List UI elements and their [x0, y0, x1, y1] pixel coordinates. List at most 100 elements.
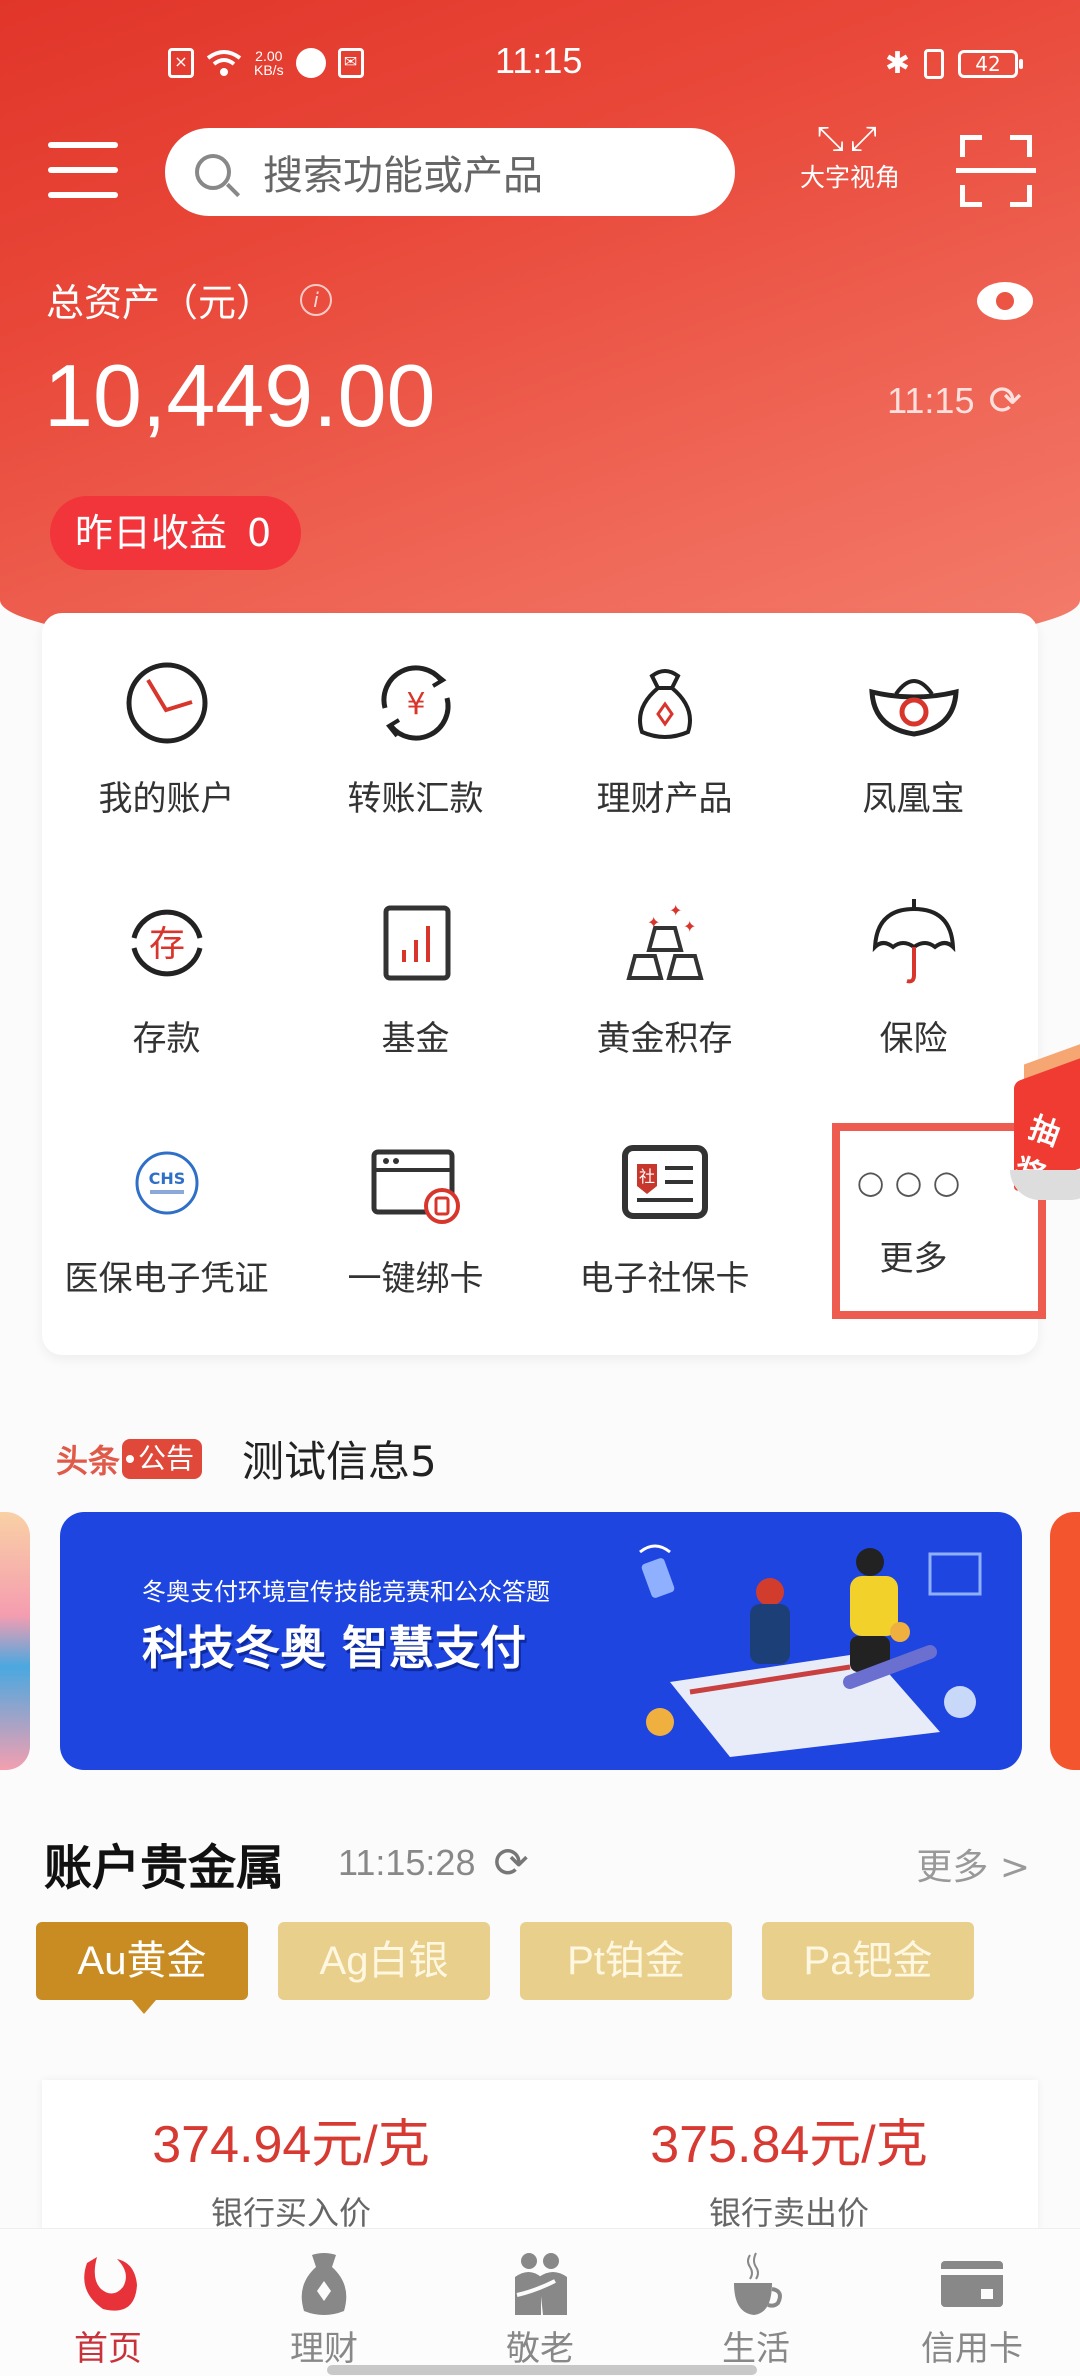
shortcut-wealth-products[interactable]: 理财产品 — [540, 653, 789, 893]
account-icon — [117, 653, 217, 753]
tab-elderly-care[interactable]: 敬老 — [432, 2229, 648, 2376]
big-font-label: 大字视角 — [799, 163, 900, 192]
banner-subtitle: 冬奥支付环境宣传技能竞赛和公众答题 — [142, 1578, 550, 1606]
shortcut-gold-accumulation[interactable]: ✦ ✦ ✦ 黄金积存 — [540, 893, 789, 1133]
money-bag-icon — [289, 2251, 359, 2317]
svg-text:存: 存 — [148, 924, 184, 965]
shortcut-label: 存款 — [132, 1019, 201, 1059]
shortcut-fenghuangbao[interactable]: 凤凰宝 — [789, 653, 1038, 893]
coffee-cup-icon — [721, 2251, 791, 2317]
tab-credit-card[interactable]: 信用卡 — [864, 2229, 1080, 2376]
big-font-mode-button[interactable]: ⤡⤢ 大字视角 — [790, 122, 910, 194]
shortcut-card: 我的账户 ¥ 转账汇款 理财产品 凤凰宝 存 存款 基金 ✦ ✦ ✦ 黄金积存 … — [42, 613, 1046, 1355]
svg-text:¥: ¥ — [406, 687, 425, 722]
yesterday-earnings-value: 0 — [247, 511, 272, 555]
carousel-next-card[interactable] — [1050, 1512, 1080, 1770]
shortcut-label: 医保电子凭证 — [64, 1259, 269, 1299]
transfer-icon: ¥ — [366, 653, 466, 753]
banner-title: 科技冬奥 智慧支付 — [142, 1621, 527, 1675]
promo-base — [1010, 1170, 1080, 1200]
shortcut-social-security-card[interactable]: 社 电子社保卡 — [540, 1133, 789, 1373]
tab-label: 生活 — [722, 2329, 790, 2369]
gold-bars-icon: ✦ ✦ ✦ — [615, 893, 715, 993]
social-security-card-icon: 社 — [615, 1133, 715, 1233]
search-input[interactable]: 搜索功能或产品 — [165, 128, 735, 216]
menu-button[interactable] — [48, 142, 118, 198]
lottery-promo-float[interactable]: 抽奖 — [1000, 1035, 1080, 1210]
assets-refresh[interactable]: 11:15 ⟳ — [887, 378, 1022, 424]
total-assets-label: 总资产（元） i — [46, 272, 333, 327]
credit-card-icon — [937, 2251, 1007, 2317]
total-assets-title: 总资产（元） — [46, 281, 275, 325]
yesterday-earnings-pill[interactable]: 昨日收益 0 — [50, 496, 302, 570]
expand-arrows-icon: ⤡⤢ — [816, 119, 884, 159]
shortcut-label: 理财产品 — [596, 779, 733, 819]
bank-buy-price: 374.94元/克 — [152, 2116, 430, 2174]
svg-text:社: 社 — [638, 1167, 654, 1186]
chs-logo-icon: CHS — [117, 1133, 217, 1233]
shortcut-label: 一键绑卡 — [347, 1259, 484, 1299]
clock: 11:15 — [495, 40, 583, 81]
shortcut-label: 电子社保卡 — [579, 1259, 750, 1299]
shortcut-label: 我的账户 — [98, 779, 235, 819]
network-speed: 2.00 KB/s — [254, 48, 284, 78]
tab-wealth[interactable]: 理财 — [216, 2229, 432, 2376]
tab-label: 敬老 — [506, 2329, 574, 2369]
bind-card-icon — [366, 1133, 466, 1233]
skiing-illustration — [639, 1544, 982, 1757]
status-bar: × 2.00 KB/s ✉ 11:15 ✱ 42 — [0, 40, 1080, 90]
total-assets-amount: 10,449.00 — [44, 346, 436, 445]
shortcut-bind-card[interactable]: 一键绑卡 — [291, 1133, 540, 1373]
refresh-icon[interactable]: ⟳ — [493, 1838, 528, 1887]
battery-icon: 42 — [958, 49, 1023, 78]
elderly-icon — [505, 2251, 575, 2317]
tab-gold[interactable]: Au黄金 — [36, 1922, 248, 2014]
app-notification-icon — [295, 48, 326, 78]
precious-metals-time: 11:15:28 — [338, 1841, 476, 1883]
eye-icon[interactable] — [977, 282, 1033, 320]
tab-home[interactable]: 首页 — [0, 2229, 216, 2376]
shortcut-label: 基金 — [381, 1019, 450, 1059]
svg-text:✦: ✦ — [669, 901, 682, 920]
deposit-icon: 存 — [117, 893, 217, 993]
yesterday-earnings-label: 昨日收益 — [75, 511, 228, 555]
shortcut-fund[interactable]: 基金 — [291, 893, 540, 1133]
mail-icon: ✉ — [337, 48, 364, 78]
scan-icon-corner — [1010, 135, 1032, 157]
info-icon[interactable]: i — [300, 283, 333, 316]
money-bag-icon — [615, 653, 715, 753]
metal-price-card: 374.94元/克 银行买入价 375.84元/克 银行卖出价 — [42, 2080, 1038, 2240]
svg-text:✦: ✦ — [683, 917, 696, 936]
tab-palladium[interactable]: Pa钯金 — [762, 1922, 974, 2000]
svg-text:✦: ✦ — [647, 913, 660, 932]
tab-life[interactable]: 生活 — [648, 2229, 864, 2376]
carousel-prev-card[interactable] — [0, 1512, 30, 1770]
sim-icon: × — [168, 48, 194, 78]
menu-icon-line — [48, 167, 118, 173]
fund-chart-icon — [366, 893, 466, 993]
shortcut-label: 转账汇款 — [347, 779, 484, 819]
shortcut-deposit[interactable]: 存 存款 — [42, 893, 291, 1133]
scan-button[interactable] — [956, 135, 1036, 207]
home-indicator[interactable] — [327, 2365, 757, 2375]
shortcut-medical-insurance-voucher[interactable]: CHS 医保电子凭证 — [42, 1133, 291, 1373]
tab-silver[interactable]: Ag白银 — [278, 1922, 490, 2000]
scan-icon-line — [956, 168, 1036, 173]
umbrella-icon — [864, 893, 964, 993]
shortcut-my-account[interactable]: 我的账户 — [42, 653, 291, 893]
precious-metals-more-link[interactable]: 更多 > — [916, 1838, 1030, 1890]
tab-label: 首页 — [74, 2329, 142, 2369]
precious-metals-refresh[interactable]: 11:15:28 ⟳ — [338, 1838, 529, 1887]
precious-metals-title: 账户贵金属 — [44, 1840, 285, 1896]
vibrate-icon — [924, 48, 944, 79]
shortcut-transfer[interactable]: ¥ 转账汇款 — [291, 653, 540, 893]
headline-tag: 头条 — [56, 1441, 121, 1480]
refresh-icon[interactable]: ⟳ — [988, 378, 1022, 424]
scan-icon-corner — [960, 185, 982, 207]
bluetooth-icon: ✱ — [884, 46, 910, 81]
tab-platinum[interactable]: Pt铂金 — [520, 1922, 732, 2000]
headline-notice[interactable]: 头条 公告 测试信息5 — [56, 1428, 437, 1489]
shortcut-label: 凤凰宝 — [862, 779, 965, 819]
promo-banner[interactable]: 冬奥支付环境宣传技能竞赛和公众答题 科技冬奥 智慧支付 — [60, 1512, 1022, 1770]
shortcut-label: 保险 — [879, 1019, 948, 1059]
